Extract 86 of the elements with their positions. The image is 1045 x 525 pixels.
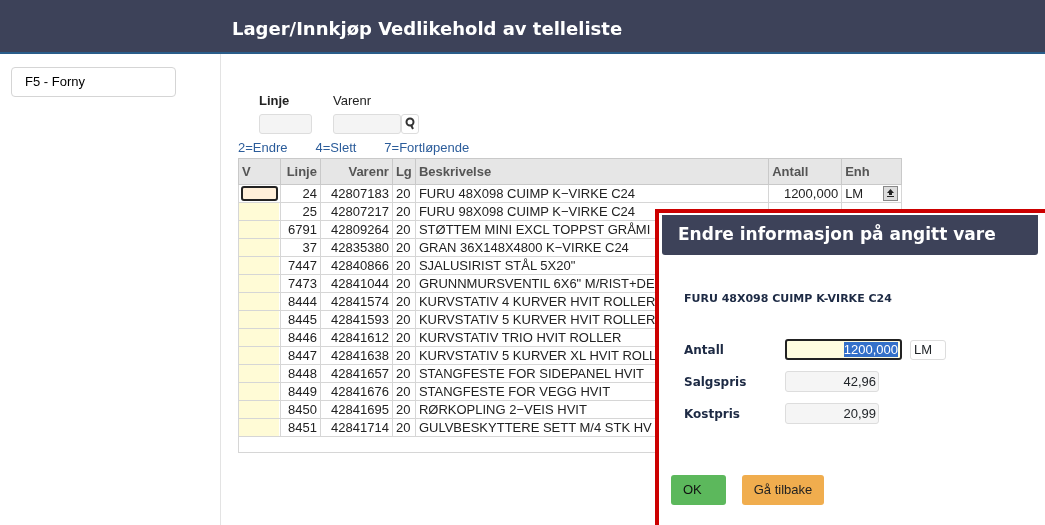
column-header: Antall [768, 158, 842, 185]
search-icon [405, 117, 415, 130]
arrow-icon [887, 189, 894, 197]
unit-field: LM [910, 339, 946, 360]
table-cell: 20 [392, 256, 416, 275]
field-label: Linje [259, 92, 291, 110]
search-field[interactable] [333, 113, 401, 134]
legend-text: 7=Fortløpende [384, 138, 470, 157]
column-header: V [238, 158, 281, 185]
table-cell: 20 [392, 274, 416, 293]
ok-button[interactable]: OK [671, 474, 726, 505]
table-cell: 8447 [280, 346, 321, 365]
table-cell: 20 [392, 310, 416, 329]
selection-field[interactable] [239, 239, 279, 256]
input-field[interactable] [259, 113, 312, 134]
table-cell: 42841695 [320, 400, 393, 419]
table-cell: 8450 [280, 400, 321, 419]
selection-field[interactable] [241, 186, 278, 201]
table-cell: FURU 48X098 CUIMP K−VIRKE C24 [415, 184, 769, 203]
table-cell: 20 [392, 328, 416, 347]
table-cell: 8445 [280, 310, 321, 329]
dialog-title: Endre informasjon på angitt vare [662, 215, 1038, 255]
table-cell: 8451 [280, 418, 321, 437]
legend-text: 4=Slett [315, 138, 357, 157]
selection-field[interactable] [239, 203, 279, 220]
column-header: Beskrivelse [415, 158, 769, 185]
table-cell: 25 [280, 202, 321, 221]
sidebar-button[interactable]: F5 - Forny [11, 67, 176, 97]
table-cell: 20 [392, 364, 416, 383]
table-cell: 8449 [280, 382, 321, 401]
table-cell: 42841657 [320, 364, 393, 383]
table-cell: 7447 [280, 256, 321, 275]
column-header: Varenr [320, 158, 393, 185]
table-cell: 42807217 [320, 202, 393, 221]
table-cell: 20 [392, 292, 416, 311]
selection-field[interactable] [239, 365, 279, 382]
table-cell: 20 [392, 418, 416, 437]
table-cell: 42807183 [320, 184, 393, 203]
table-cell: 37 [280, 238, 321, 257]
table-cell: 8444 [280, 292, 321, 311]
table-cell: 42841612 [320, 328, 393, 347]
selection-field[interactable] [239, 329, 279, 346]
table-cell: 42841676 [320, 382, 393, 401]
table-cell: 6791 [280, 220, 321, 239]
table-cell: 42841638 [320, 346, 393, 365]
lookup-button[interactable] [883, 185, 898, 201]
table-cell: LM [845, 185, 864, 201]
table-cell: 20 [392, 202, 416, 221]
selection-field[interactable] [239, 293, 279, 310]
table-cell: 20 [392, 220, 416, 239]
table-cell: 42841574 [320, 292, 393, 311]
selection-field[interactable] [239, 383, 279, 400]
table-cell: 24 [280, 184, 321, 203]
table-cell: 20 [392, 346, 416, 365]
selection-field[interactable] [239, 221, 279, 238]
back-button[interactable]: Gå tilbake [742, 474, 824, 505]
table-cell: 42840866 [320, 256, 393, 275]
table-cell: 7473 [280, 274, 321, 293]
column-header: Linje [280, 158, 321, 185]
quantity-field[interactable]: 1200,000 [785, 339, 902, 360]
table-cell: 42841714 [320, 418, 393, 437]
table-cell: 42841593 [320, 310, 393, 329]
table-cell: 42809264 [320, 220, 393, 239]
table-cell: 8446 [280, 328, 321, 347]
column-header: Enh [841, 158, 902, 185]
field-label: Varenr [333, 92, 373, 110]
table-cell: 20 [392, 382, 416, 401]
column-header: Lg [392, 158, 416, 185]
selection-field[interactable] [239, 257, 279, 274]
legend-text: 2=Endre [238, 138, 288, 157]
table-cell: 1200,000 [768, 184, 842, 203]
search-button[interactable] [401, 113, 419, 134]
selection-field[interactable] [239, 347, 279, 364]
selection-field[interactable] [239, 419, 279, 436]
value-field: 42,96 [785, 371, 879, 392]
page-title: Lager/Innkjøp Vedlikehold av telleliste [232, 17, 623, 41]
table-cell: 8448 [280, 364, 321, 383]
table-cell: 20 [392, 238, 416, 257]
selection-field[interactable] [239, 401, 279, 418]
table-cell: 42841044 [320, 274, 393, 293]
selection-field[interactable] [239, 311, 279, 328]
table-cell: 42835380 [320, 238, 393, 257]
table-cell: 20 [392, 184, 416, 203]
table-cell: 20 [392, 400, 416, 419]
selection-field[interactable] [239, 275, 279, 292]
value-field: 20,99 [785, 403, 879, 424]
